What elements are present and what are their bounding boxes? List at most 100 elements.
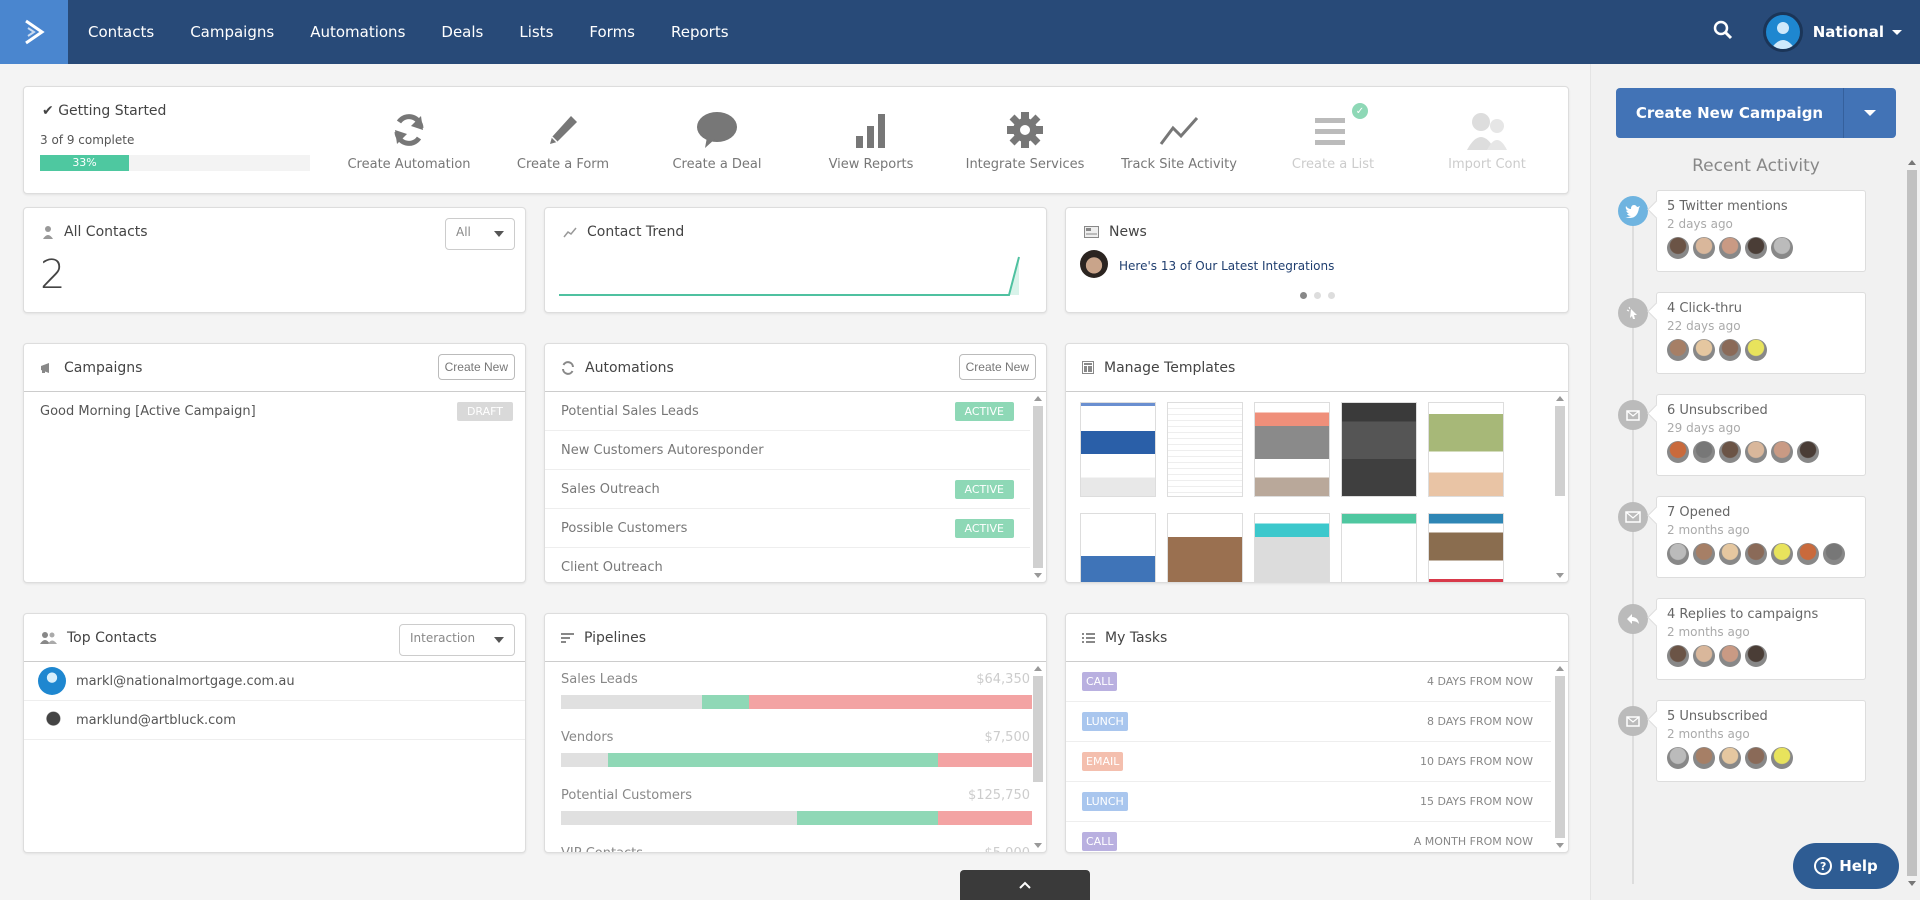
chevron-down-icon[interactable]: [1892, 29, 1902, 35]
create-automation-button[interactable]: Create New: [958, 354, 1036, 380]
getting-started-item[interactable]: ✓ Create a List: [1258, 103, 1408, 172]
getting-started-item[interactable]: Create Automation: [334, 107, 484, 172]
contacts-filter-select[interactable]: All: [445, 218, 515, 250]
logo[interactable]: [0, 0, 68, 64]
automation-row[interactable]: Potential Sales Leads ACTIVE: [545, 392, 1030, 431]
scroll-down-icon[interactable]: [1908, 881, 1916, 886]
contact-avatar[interactable]: [1693, 645, 1715, 667]
template-thumbnail[interactable]: [1254, 402, 1330, 497]
sidebar-scrollbar[interactable]: [1906, 158, 1918, 888]
nav-forms[interactable]: Forms: [589, 23, 635, 41]
page-dot[interactable]: [1328, 292, 1335, 299]
getting-started-item[interactable]: Track Site Activity: [1104, 107, 1254, 172]
contact-avatar[interactable]: [1719, 441, 1741, 463]
activity-item[interactable]: 7 Opened 2 months ago: [1656, 496, 1866, 578]
contact-avatar[interactable]: [1745, 339, 1767, 361]
scroll-up-icon[interactable]: [1908, 160, 1916, 165]
contact-row[interactable]: marklund@artbluck.com: [24, 701, 525, 740]
news-headline-link[interactable]: Here's 13 of Our Latest Integrations: [1119, 259, 1334, 273]
activity-item[interactable]: 6 Unsubscribed 29 days ago: [1656, 394, 1866, 476]
contact-avatar[interactable]: [1719, 645, 1741, 667]
search-icon[interactable]: [1713, 20, 1733, 44]
contact-avatar[interactable]: [1693, 747, 1715, 769]
scroll-thumb[interactable]: [1033, 676, 1043, 782]
contact-avatar[interactable]: [1745, 645, 1767, 667]
getting-started-item[interactable]: Integrate Services: [950, 107, 1100, 172]
contact-avatar[interactable]: [1719, 543, 1741, 565]
nav-campaigns[interactable]: Campaigns: [190, 23, 274, 41]
user-name[interactable]: National: [1813, 23, 1884, 41]
getting-started-item[interactable]: View Reports: [796, 107, 946, 172]
template-thumbnail[interactable]: [1080, 402, 1156, 497]
help-button[interactable]: ? Help: [1793, 843, 1899, 889]
nav-deals[interactable]: Deals: [441, 23, 483, 41]
contact-avatar[interactable]: [1667, 339, 1689, 361]
templates-scrollbar[interactable]: [1554, 394, 1566, 580]
nav-automations[interactable]: Automations: [310, 23, 405, 41]
template-thumbnail[interactable]: [1080, 513, 1156, 582]
scroll-down-icon[interactable]: [1034, 843, 1042, 848]
pipelines-scrollbar[interactable]: [1032, 664, 1044, 850]
automation-row[interactable]: Possible Customers ACTIVE: [545, 509, 1030, 548]
activity-item[interactable]: 5 Twitter mentions 2 days ago: [1656, 190, 1866, 272]
pipeline-row[interactable]: Potential Customers $125,750: [545, 778, 1046, 836]
contact-avatar[interactable]: [1745, 237, 1767, 259]
create-campaign-dropdown[interactable]: [1844, 88, 1896, 138]
task-row[interactable]: LUNCH 15 DAYS FROM NOW: [1066, 782, 1551, 822]
scroll-up-icon[interactable]: [1034, 396, 1042, 401]
contact-avatar[interactable]: [1667, 543, 1689, 565]
contact-avatar[interactable]: [1693, 339, 1715, 361]
bottom-drawer-toggle[interactable]: [960, 870, 1090, 900]
contact-avatar[interactable]: [1771, 441, 1793, 463]
template-thumbnail[interactable]: [1254, 513, 1330, 582]
user-avatar[interactable]: [1762, 12, 1803, 52]
automations-scrollbar[interactable]: [1032, 394, 1044, 580]
contact-avatar[interactable]: [1667, 747, 1689, 769]
contact-avatar[interactable]: [1771, 543, 1793, 565]
scroll-down-icon[interactable]: [1034, 573, 1042, 578]
template-thumbnail[interactable]: [1341, 402, 1417, 497]
scroll-up-icon[interactable]: [1034, 666, 1042, 671]
contact-avatar[interactable]: [1667, 441, 1689, 463]
page-dot[interactable]: [1314, 292, 1321, 299]
pipeline-row[interactable]: Vendors $7,500: [545, 720, 1046, 778]
automation-row[interactable]: New Customers Autoresponder: [545, 431, 1030, 470]
template-thumbnail[interactable]: [1167, 402, 1243, 497]
contact-avatar[interactable]: [1771, 747, 1793, 769]
task-row[interactable]: CALL 4 DAYS FROM NOW: [1066, 662, 1551, 702]
template-thumbnail[interactable]: [1428, 402, 1504, 497]
automation-row[interactable]: Client Outreach: [545, 548, 1030, 582]
contact-avatar[interactable]: [1667, 237, 1689, 259]
automation-row[interactable]: Sales Outreach ACTIVE: [545, 470, 1030, 509]
contact-row[interactable]: markl@nationalmortgage.com.au: [24, 662, 525, 701]
activity-item[interactable]: 4 Click-thru 22 days ago: [1656, 292, 1866, 374]
template-thumbnail[interactable]: [1341, 513, 1417, 582]
contact-avatar[interactable]: [1719, 747, 1741, 769]
template-thumbnail[interactable]: [1167, 513, 1243, 582]
page-dot-active[interactable]: [1300, 292, 1307, 299]
scroll-thumb[interactable]: [1907, 170, 1917, 876]
contact-avatar[interactable]: [1693, 237, 1715, 259]
getting-started-item[interactable]: Create a Deal: [642, 107, 792, 172]
scroll-up-icon[interactable]: [1556, 396, 1564, 401]
task-row[interactable]: EMAIL 10 DAYS FROM NOW: [1066, 742, 1551, 782]
tasks-scrollbar[interactable]: [1554, 664, 1566, 850]
scroll-thumb[interactable]: [1555, 406, 1565, 496]
nav-reports[interactable]: Reports: [671, 23, 729, 41]
pipeline-row[interactable]: VIP Contacts$5,000: [545, 836, 1046, 852]
getting-started-item[interactable]: Import Cont: [1412, 107, 1562, 172]
task-row[interactable]: CALL A MONTH FROM NOW: [1066, 822, 1551, 852]
template-thumbnail[interactable]: [1428, 513, 1504, 582]
pipeline-row[interactable]: Sales Leads $64,350: [545, 662, 1046, 720]
create-new-campaign-button[interactable]: Create New Campaign: [1616, 88, 1844, 138]
scroll-down-icon[interactable]: [1556, 843, 1564, 848]
contact-avatar[interactable]: [1667, 645, 1689, 667]
scroll-thumb[interactable]: [1555, 676, 1565, 838]
scroll-thumb[interactable]: [1033, 406, 1043, 568]
contact-avatar[interactable]: [1719, 237, 1741, 259]
contact-avatar[interactable]: [1693, 543, 1715, 565]
activity-item[interactable]: 5 Unsubscribed 2 months ago: [1656, 700, 1866, 782]
nav-lists[interactable]: Lists: [519, 23, 553, 41]
scroll-up-icon[interactable]: [1556, 666, 1564, 671]
contact-avatar[interactable]: [1745, 441, 1767, 463]
